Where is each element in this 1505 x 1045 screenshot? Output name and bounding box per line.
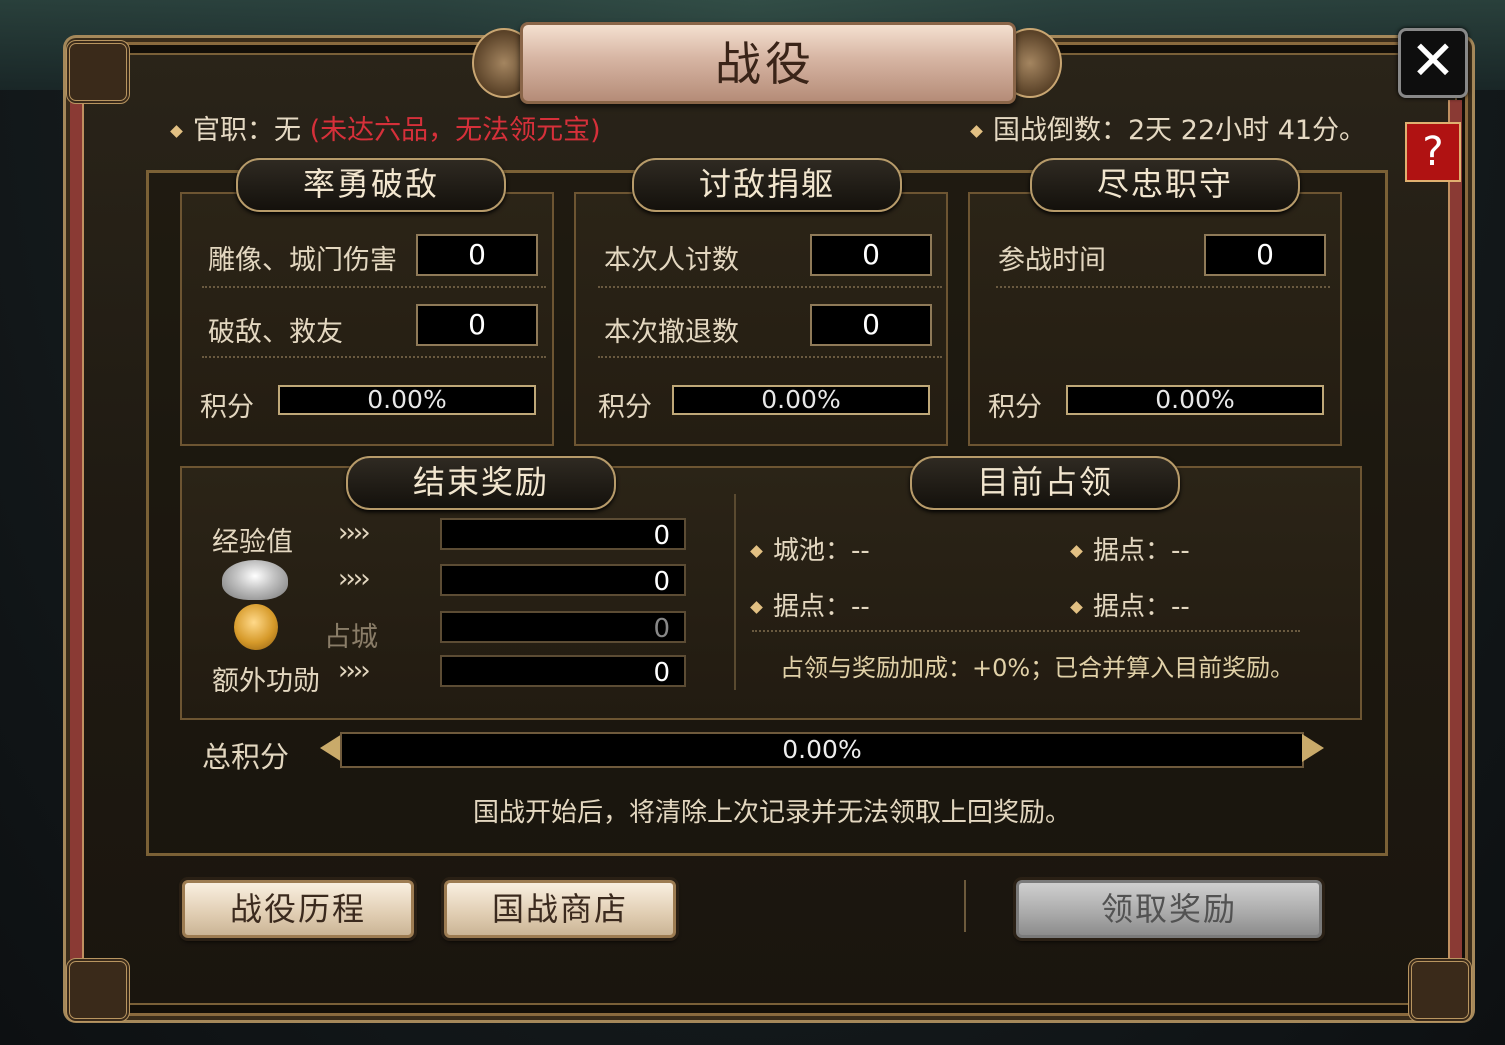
war-shop-button[interactable]: 国战商店 xyxy=(444,880,676,938)
corner-ornament-icon xyxy=(1408,958,1472,1022)
silver-ingot-icon xyxy=(222,560,288,600)
score-bar: 0.00% xyxy=(1066,385,1324,415)
section-duty-title: 尽忠职守 xyxy=(1030,158,1300,212)
row-label: 本次撤退数 xyxy=(604,317,739,348)
page-title: 战役 xyxy=(715,37,815,91)
score-bar: 0.00% xyxy=(672,385,930,415)
rank-info: 官职：无 (未达六品，无法领元宝) xyxy=(170,108,601,147)
arrow-icon: ›››› xyxy=(338,564,371,594)
row-label: 本次人讨数 xyxy=(604,245,739,276)
panel-separator xyxy=(734,494,736,690)
diamond-bullet-icon xyxy=(970,125,983,138)
occupied-stronghold-text: 据点：-- xyxy=(1093,536,1190,566)
close-button[interactable]: ✕ xyxy=(1398,28,1468,98)
campaign-history-button[interactable]: 战役历程 xyxy=(182,880,414,938)
countdown-info: 国战倒数：2天 22小时 41分。 xyxy=(970,108,1367,147)
countdown-text: 国战倒数：2天 22小时 41分。 xyxy=(993,115,1367,146)
section-sacrifice-title: 讨敌捐躯 xyxy=(632,158,902,212)
total-score-bar: 0.00% xyxy=(340,732,1304,768)
rank-text: 官职：无 xyxy=(193,115,301,146)
rewards-title: 结束奖励 xyxy=(346,456,616,510)
occupation-title: 目前占领 xyxy=(910,456,1180,510)
diamond-bullet-icon xyxy=(750,545,763,558)
help-icon: ? xyxy=(1422,129,1444,175)
panel-left-trim xyxy=(70,100,84,980)
button-separator xyxy=(964,880,966,932)
score-label: 积分 xyxy=(988,392,1042,423)
divider xyxy=(202,286,546,288)
total-score-label: 总积分 xyxy=(202,740,290,774)
footnote: 国战开始后，将清除上次记录并无法领取上回奖励。 xyxy=(473,798,1072,828)
value-box: 0 xyxy=(1204,234,1326,276)
silver-value: 0 xyxy=(440,564,686,597)
value-box: 0 xyxy=(810,234,932,276)
divider xyxy=(752,630,1300,632)
occupied-city: 城池：-- xyxy=(750,530,870,567)
arrow-icon: ›››› xyxy=(338,656,371,686)
value-box: 0 xyxy=(416,234,538,276)
section-brave-title: 率勇破敌 xyxy=(236,158,506,212)
panel-right-trim xyxy=(1448,100,1462,980)
occupied-stronghold: 据点：-- xyxy=(1070,586,1190,623)
occupied-city-text: 城池：-- xyxy=(773,536,870,566)
divider xyxy=(598,286,942,288)
arrow-left-icon xyxy=(320,734,342,762)
score-label: 积分 xyxy=(598,392,652,423)
occupied-stronghold: 据点：-- xyxy=(750,586,870,623)
occupy-label: 占城 xyxy=(324,622,378,653)
diamond-bullet-icon xyxy=(1070,545,1083,558)
divider xyxy=(598,356,942,358)
diamond-bullet-icon xyxy=(750,601,763,614)
score-label: 积分 xyxy=(200,392,254,423)
occupation-bonus-note: 占领与奖励加成：+0%；已合并算入目前奖励。 xyxy=(780,654,1295,682)
exp-value: 0 xyxy=(440,518,686,551)
row-label: 雕像、城门伤害 xyxy=(208,245,397,276)
occupy-value: 0 xyxy=(440,611,686,644)
score-bar: 0.00% xyxy=(278,385,536,415)
extra-merit-label: 额外功勋 xyxy=(212,666,320,697)
claim-reward-button[interactable]: 领取奖励 xyxy=(1016,880,1322,938)
help-button[interactable]: ? xyxy=(1405,122,1461,182)
arrow-right-icon xyxy=(1302,734,1324,762)
arrow-icon: ›››› xyxy=(338,518,371,548)
rank-warning: (未达六品，无法领元宝) xyxy=(309,115,601,146)
corner-ornament-icon xyxy=(66,40,130,104)
occupied-stronghold-text: 据点：-- xyxy=(773,592,870,622)
divider xyxy=(996,286,1330,288)
gold-coin-icon xyxy=(234,604,278,650)
row-label: 破敌、救友 xyxy=(208,317,343,348)
value-box: 0 xyxy=(416,304,538,346)
value-box: 0 xyxy=(810,304,932,346)
row-label: 参战时间 xyxy=(998,245,1106,276)
occupied-stronghold: 据点：-- xyxy=(1070,530,1190,567)
exp-label: 经验值 xyxy=(212,527,293,558)
divider xyxy=(202,356,546,358)
extra-merit-value: 0 xyxy=(440,655,686,688)
diamond-bullet-icon xyxy=(170,125,183,138)
diamond-bullet-icon xyxy=(1070,601,1083,614)
close-icon: ✕ xyxy=(1410,29,1456,92)
occupied-stronghold-text: 据点：-- xyxy=(1093,592,1190,622)
corner-ornament-icon xyxy=(66,958,130,1022)
